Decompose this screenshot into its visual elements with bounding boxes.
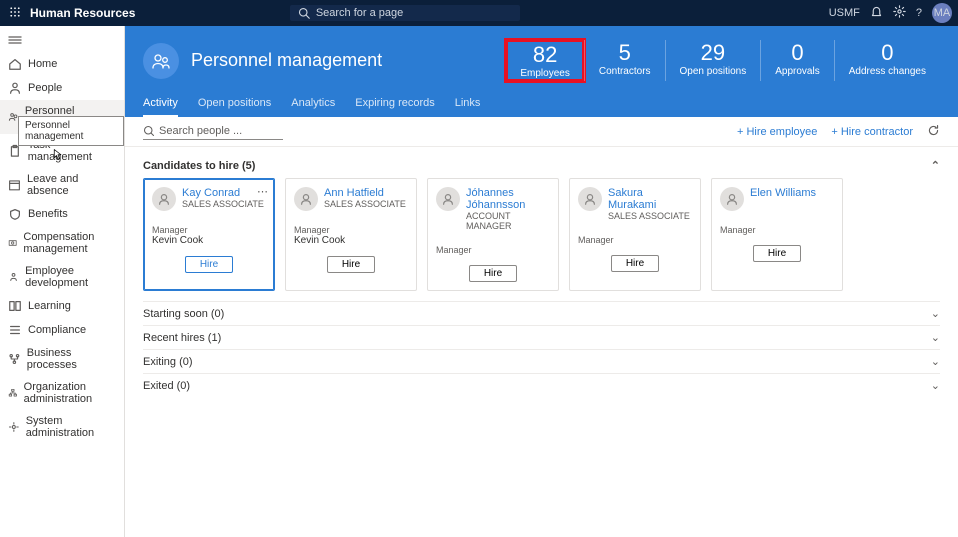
chevron-down-icon: ⌄ <box>931 379 940 392</box>
candidate-name: Kay Conrad <box>182 187 264 199</box>
chevron-down-icon: ⌄ <box>931 355 940 368</box>
calendar-icon <box>8 178 21 192</box>
hire-button[interactable]: Hire <box>327 256 375 273</box>
candidates-cards: ⋯ Kay ConradSALES ASSOCIATE Manager Kevi… <box>143 178 940 291</box>
sidebar-item-leave-absence[interactable]: Leave and absence <box>0 168 124 202</box>
avatar-icon <box>294 187 318 211</box>
money-icon <box>8 236 17 250</box>
benefits-icon <box>8 207 22 221</box>
org-icon <box>8 386 18 400</box>
toolbar: Search people ... + Hire employee + Hire… <box>125 117 958 147</box>
sidebar-item-benefits[interactable]: Benefits <box>0 202 124 226</box>
candidate-name: Elen Williams <box>750 187 816 199</box>
stat-open-positions[interactable]: 29Open positions <box>665 40 761 81</box>
candidate-title: SALES ASSOCIATE <box>182 199 264 209</box>
page-hero: Personnel management 82Employees 5Contra… <box>125 26 958 117</box>
tab-open-positions[interactable]: Open positions <box>198 97 271 117</box>
app-launcher-icon[interactable] <box>6 6 24 21</box>
candidate-title: ACCOUNT MANAGER <box>466 211 550 231</box>
process-icon <box>8 352 21 366</box>
section-exited[interactable]: Exited (0)⌄ <box>143 373 940 397</box>
sidebar-item-business-proc[interactable]: Business processes <box>0 342 124 376</box>
search-icon <box>298 7 310 19</box>
page-title: Personnel management <box>191 50 382 71</box>
sidebar-item-compensation[interactable]: Compensation management <box>0 226 124 260</box>
hire-button[interactable]: Hire <box>185 256 233 273</box>
book-icon <box>8 299 22 313</box>
home-icon <box>8 57 22 71</box>
gear-icon[interactable] <box>893 5 906 21</box>
chevron-down-icon: ⌄ <box>931 331 940 344</box>
main-content: Personnel management 82Employees 5Contra… <box>125 26 958 537</box>
clipboard-icon <box>8 144 22 158</box>
hero-people-icon <box>143 43 179 79</box>
hire-button[interactable]: Hire <box>753 245 801 262</box>
sidebar-item-employee-dev[interactable]: Employee development <box>0 260 124 294</box>
avatar-icon <box>436 187 460 211</box>
growth-icon <box>8 270 19 284</box>
chevron-down-icon: ⌄ <box>931 307 940 320</box>
section-starting-soon[interactable]: Starting soon (0)⌄ <box>143 301 940 325</box>
chevron-up-icon: ⌃ <box>931 159 940 172</box>
sidebar-item-compliance[interactable]: Compliance <box>0 318 124 342</box>
mouse-cursor-icon <box>52 148 64 160</box>
stats-row: 82Employees 5Contractors 29Open position… <box>506 40 940 81</box>
candidate-name: Jóhannes Jóhannsson <box>466 187 550 211</box>
tab-expiring-records[interactable]: Expiring records <box>355 97 434 117</box>
global-search[interactable]: Search for a page <box>290 5 520 21</box>
sidebar-collapse-icon[interactable] <box>0 30 124 52</box>
refresh-icon[interactable] <box>927 124 940 140</box>
sidebar-item-home[interactable]: Home <box>0 52 124 76</box>
section-candidates-header[interactable]: Candidates to hire (5) ⌃ <box>143 153 940 178</box>
candidate-name: Sakura Murakami <box>608 187 692 211</box>
company-code[interactable]: USMF <box>829 7 860 19</box>
people-icon <box>8 81 22 95</box>
app-name: Human Resources <box>30 6 135 20</box>
avatar-icon <box>152 187 176 211</box>
gear-small-icon <box>8 420 20 434</box>
hire-contractor-button[interactable]: + Hire contractor <box>831 126 913 138</box>
search-icon <box>143 125 155 137</box>
sidebar-item-people[interactable]: People <box>0 76 124 100</box>
tab-activity[interactable]: Activity <box>143 97 178 117</box>
candidate-card[interactable]: Jóhannes JóhannssonACCOUNT MANAGER Manag… <box>427 178 559 291</box>
stat-employees[interactable]: 82Employees <box>506 40 583 81</box>
user-avatar[interactable]: MA <box>932 3 952 23</box>
stat-contractors[interactable]: 5Contractors <box>584 40 665 81</box>
candidate-title: SALES ASSOCIATE <box>324 199 406 209</box>
tab-links[interactable]: Links <box>455 97 481 117</box>
top-bar: Human Resources Search for a page USMF ?… <box>0 0 958 26</box>
card-more-icon[interactable]: ⋯ <box>257 185 268 198</box>
stat-approvals[interactable]: 0Approvals <box>760 40 833 81</box>
section-exiting[interactable]: Exiting (0)⌄ <box>143 349 940 373</box>
nav-sidebar: Personnel management Home People Personn… <box>0 26 125 537</box>
hire-employee-button[interactable]: + Hire employee <box>737 126 817 138</box>
section-recent-hires[interactable]: Recent hires (1)⌄ <box>143 325 940 349</box>
list-icon <box>8 323 22 337</box>
candidate-name: Ann Hatfield <box>324 187 406 199</box>
avatar-icon <box>578 187 602 211</box>
sidebar-item-sys-admin[interactable]: System administration <box>0 410 124 444</box>
global-search-placeholder: Search for a page <box>316 7 403 19</box>
sidebar-item-org-admin[interactable]: Organization administration <box>0 376 124 410</box>
candidate-title: SALES ASSOCIATE <box>608 211 692 221</box>
bell-icon[interactable] <box>870 5 883 21</box>
hire-button[interactable]: Hire <box>469 265 517 282</box>
candidate-card[interactable]: ⋯ Kay ConradSALES ASSOCIATE Manager Kevi… <box>143 178 275 291</box>
nav-tooltip: Personnel management <box>18 116 124 146</box>
candidate-card[interactable]: Sakura MurakamiSALES ASSOCIATE Manager H… <box>569 178 701 291</box>
candidate-card[interactable]: Elen Williams Manager Hire <box>711 178 843 291</box>
avatar-icon <box>720 187 744 211</box>
sidebar-item-learning[interactable]: Learning <box>0 294 124 318</box>
search-people-input[interactable]: Search people ... <box>143 123 283 140</box>
help-icon[interactable]: ? <box>916 7 922 19</box>
hero-tabs: Activity Open positions Analytics Expiri… <box>143 97 940 117</box>
stat-address-changes[interactable]: 0Address changes <box>834 40 940 81</box>
candidate-card[interactable]: Ann HatfieldSALES ASSOCIATE Manager Kevi… <box>285 178 417 291</box>
tab-analytics[interactable]: Analytics <box>291 97 335 117</box>
candidate-manager: Kevin Cook <box>152 235 266 246</box>
hire-button[interactable]: Hire <box>611 255 659 272</box>
candidate-manager: Kevin Cook <box>294 235 408 246</box>
